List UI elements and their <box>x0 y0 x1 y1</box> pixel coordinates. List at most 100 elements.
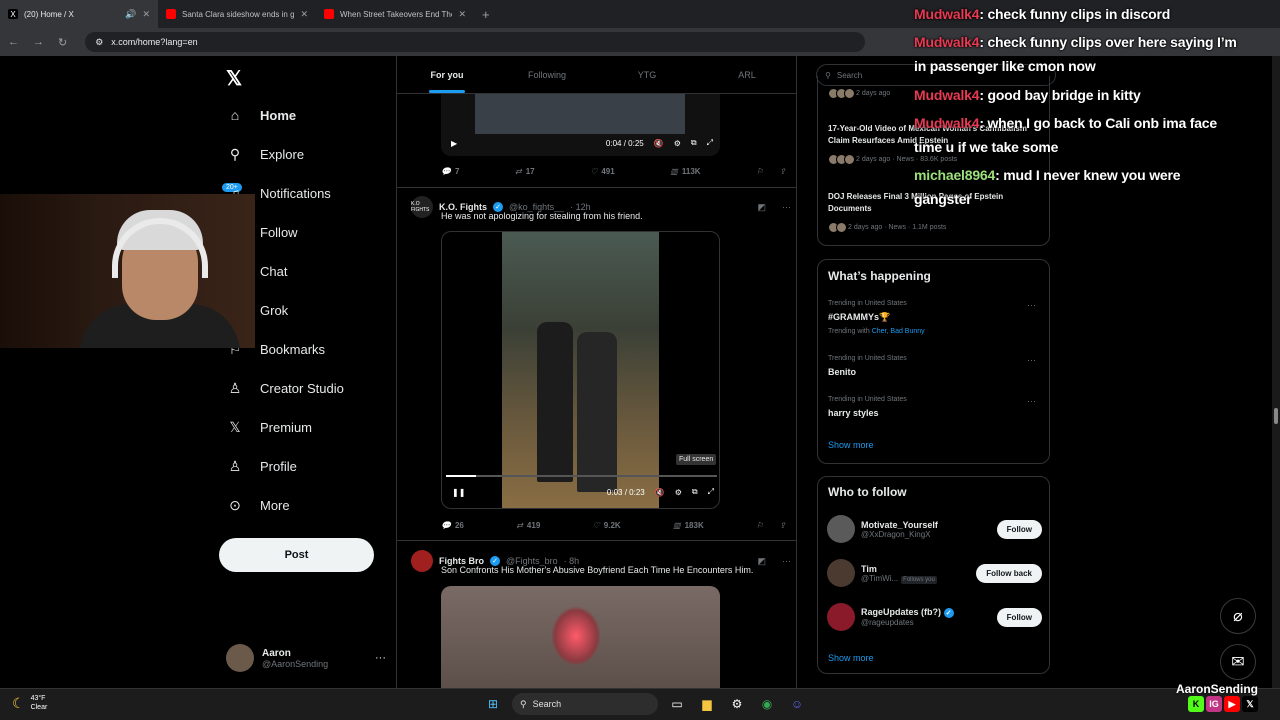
speaker-icon[interactable]: 🔊 <box>125 9 136 20</box>
pip-icon[interactable]: ⧉ <box>692 487 698 497</box>
avatar[interactable] <box>827 515 855 543</box>
grok-icon[interactable]: ◩ <box>757 202 766 213</box>
pip-icon[interactable]: ⧉ <box>691 138 697 148</box>
more-icon[interactable]: ··· <box>782 556 791 566</box>
tab-x-home[interactable]: X (20) Home / X 🔊 ✕ <box>0 0 158 28</box>
suggestion-name[interactable]: RageUpdates (fb?) <box>861 607 941 617</box>
more-icon[interactable]: ··· <box>1027 396 1036 406</box>
more-icon[interactable]: ··· <box>1027 355 1036 365</box>
close-icon[interactable]: ✕ <box>458 9 466 20</box>
trend-item[interactable]: #GRAMMYs🏆 <box>828 312 890 323</box>
start-icon[interactable]: ⊞ <box>482 693 504 715</box>
nav-creator-studio[interactable]: ♙ Creator Studio <box>226 379 344 397</box>
url-input[interactable]: ⚙ x.com/home?lang=en <box>85 32 866 52</box>
share-icon[interactable]: ⇪ <box>779 521 786 530</box>
nav-label: Creator Studio <box>260 380 344 396</box>
scrollbar[interactable] <box>1272 56 1280 688</box>
avatar[interactable]: K.O FIGHTS <box>411 196 433 218</box>
video-player[interactable]: ▶ 0:04 / 0:25 🔇 ⚙ ⧉ ⤢ <box>441 94 720 156</box>
news-avatars <box>828 88 855 99</box>
views-button[interactable]: ▥ 183K <box>673 521 704 530</box>
play-icon[interactable]: ▶ <box>451 139 457 148</box>
suggestion-name[interactable]: Motivate_Yourself <box>861 520 938 530</box>
repost-button[interactable]: ⇄ 17 <box>515 167 535 176</box>
settings-icon[interactable]: ⚙ <box>675 488 682 497</box>
bookmark-icon[interactable]: ⚐ <box>756 167 763 176</box>
repost-button[interactable]: ⇄ 419 <box>516 521 540 530</box>
volume-icon[interactable]: 🔇 <box>655 488 665 497</box>
task-view-icon[interactable]: ▭ <box>666 693 688 715</box>
verified-icon: ✓ <box>943 608 954 618</box>
settings-icon[interactable]: ⚙ <box>726 693 748 715</box>
avatar[interactable] <box>827 603 855 631</box>
grok-icon[interactable]: ◩ <box>757 556 766 567</box>
trend-with-links[interactable]: Cher, Bad Bunny <box>872 328 925 335</box>
taskbar-search[interactable]: ⚲ Search <box>512 693 658 715</box>
follow-button[interactable]: Follow <box>996 607 1042 627</box>
video-player[interactable]: Full screen ❚❚ 0:03 / 0:23 🔇 ⚙ ⧉ ⤢ <box>441 231 720 509</box>
tab-arl[interactable]: ARL <box>697 56 796 93</box>
taskbar: ☾ 43°F Clear ⊞ ⚲ Search ▭ ▆ ⚙ ◉ ☺ <box>0 688 1280 720</box>
show-more-link[interactable]: Show more <box>828 440 874 450</box>
nav-more[interactable]: ⊙ More <box>226 496 290 514</box>
chrome-icon[interactable]: ◉ <box>756 693 778 715</box>
tab-youtube-2[interactable]: When Street Takeovers End The ✕ <box>316 0 474 28</box>
file-explorer-icon[interactable]: ▆ <box>696 693 718 715</box>
follow-back-button[interactable]: Follow back <box>976 563 1042 583</box>
x-logo-icon[interactable]: 𝕏 <box>226 66 242 91</box>
more-icon[interactable]: ··· <box>375 652 386 664</box>
post-actions: 💬 7 ⇄ 17 ♡ 491 ▥ 113K ⚐ ⇪ <box>441 167 786 176</box>
account-switcher[interactable]: Aaron @AaronSending ··· <box>226 644 386 672</box>
video-progress[interactable] <box>446 475 717 477</box>
like-button[interactable]: ♡ 491 <box>590 167 615 176</box>
more-icon[interactable]: ··· <box>782 202 791 212</box>
discord-icon[interactable]: ☺ <box>786 693 808 715</box>
suggestion-name[interactable]: Tim <box>861 564 937 574</box>
forward-icon[interactable]: → <box>33 36 44 48</box>
scrollbar-thumb[interactable] <box>1274 408 1278 424</box>
pause-icon[interactable]: ❚❚ <box>452 488 465 497</box>
nav-premium[interactable]: 𝕏 Premium <box>226 418 312 436</box>
close-icon[interactable]: ✕ <box>142 9 150 20</box>
avatar[interactable] <box>411 550 433 572</box>
avatar[interactable] <box>827 559 855 587</box>
views-button[interactable]: ▥ 113K <box>670 167 700 176</box>
like-button[interactable]: ♡ 9.2K <box>593 521 621 530</box>
x-logo-icon: 𝕏 <box>1242 696 1259 712</box>
post-button[interactable]: Post <box>219 538 374 572</box>
trend-item[interactable]: Benito <box>828 367 856 377</box>
new-tab-button[interactable]: + <box>482 7 490 22</box>
follow-button[interactable]: Follow <box>996 519 1042 539</box>
nav-profile[interactable]: ♙ Profile <box>226 457 297 475</box>
grok-icon[interactable]: ⌀ <box>1220 598 1256 634</box>
weather-widget[interactable]: ☾ 43°F Clear <box>12 694 47 712</box>
back-icon[interactable]: ← <box>8 36 19 48</box>
settings-icon[interactable]: ⚙ <box>674 139 681 148</box>
reply-button[interactable]: 💬 26 <box>441 521 464 530</box>
tab-following[interactable]: Following <box>497 56 597 93</box>
weather-condition: Clear <box>30 704 48 711</box>
news-meta-text: 2 days ago <box>856 90 891 97</box>
share-icon[interactable]: ⇪ <box>779 167 786 176</box>
nav-home[interactable]: ⌂ Home <box>226 106 296 124</box>
reload-icon[interactable]: ↻ <box>58 36 67 49</box>
close-icon[interactable]: ✕ <box>300 9 308 20</box>
follows-you-badge: Follows you <box>901 575 937 584</box>
more-icon[interactable]: ··· <box>1027 300 1036 310</box>
site-info-icon[interactable]: ⚙ <box>95 37 103 48</box>
tab-for-you[interactable]: For you <box>397 56 497 93</box>
messages-icon[interactable]: ✉ <box>1220 644 1256 680</box>
bookmark-icon[interactable]: ⚐ <box>756 521 763 530</box>
news-meta: 2 days ago <box>828 88 890 99</box>
video-player[interactable] <box>441 586 720 688</box>
fullscreen-icon[interactable]: ⤢ <box>707 138 713 148</box>
fullscreen-icon[interactable]: ⤢ <box>708 487 714 497</box>
tab-youtube-1[interactable]: Santa Clara sideshow ends in g ✕ <box>158 0 316 28</box>
nav-explore[interactable]: ⚲ Explore <box>226 145 304 163</box>
account-handle: @AaronSending <box>262 658 329 669</box>
show-more-link[interactable]: Show more <box>828 653 874 663</box>
volume-icon[interactable]: 🔇 <box>654 139 664 148</box>
reply-button[interactable]: 💬 7 <box>441 167 459 176</box>
tab-ytg[interactable]: YTG <box>597 56 697 93</box>
trend-item[interactable]: harry styles <box>828 408 879 418</box>
